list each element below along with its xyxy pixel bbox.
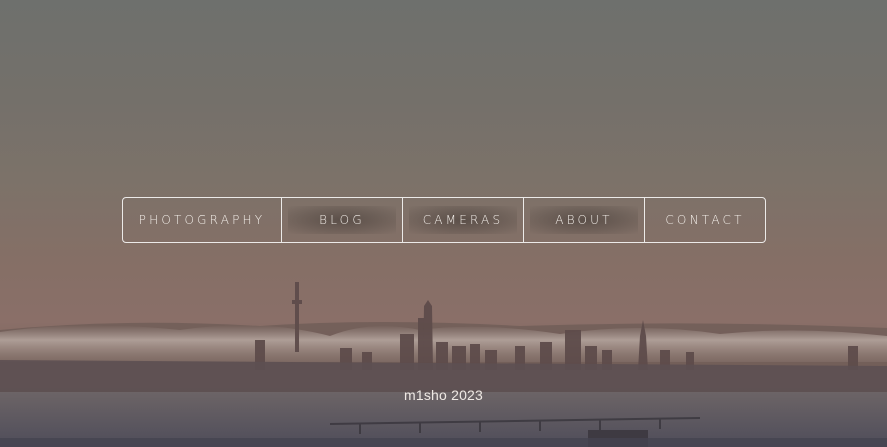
nav-item-blog[interactable]: BLOG: [282, 198, 403, 242]
nav-item-label: BLOG: [319, 213, 365, 227]
nav-item-label: PHOTOGRAPHY: [138, 213, 266, 227]
footer-copyright: m1sho 2023: [403, 387, 484, 403]
nav-item-label: ABOUT: [555, 213, 613, 227]
main-navigation: PHOTOGRAPHY BLOG CAMERAS ABOUT CONTACT: [122, 197, 766, 243]
nav-item-photography[interactable]: PHOTOGRAPHY: [123, 198, 282, 242]
nav-item-label: CAMERAS: [422, 213, 504, 227]
nav-item-contact[interactable]: CONTACT: [645, 198, 765, 242]
nav-item-cameras[interactable]: CAMERAS: [403, 198, 524, 242]
nav-item-label: CONTACT: [665, 213, 745, 227]
nav-item-about[interactable]: ABOUT: [524, 198, 645, 242]
